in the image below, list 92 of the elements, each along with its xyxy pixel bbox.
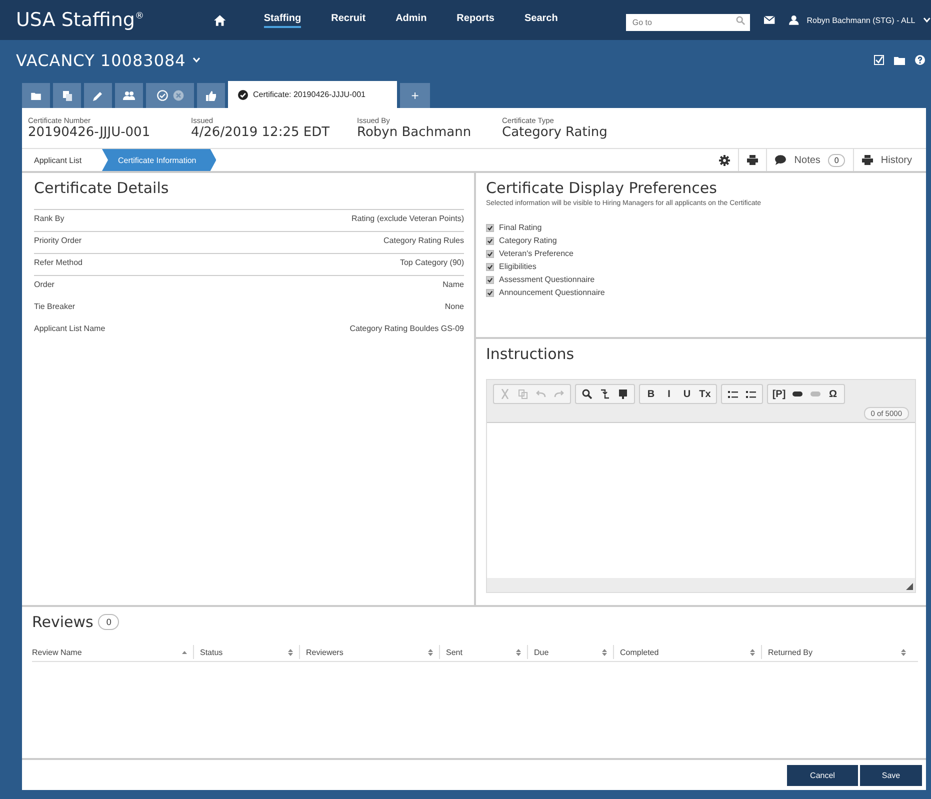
column-header[interactable]: Reviewers bbox=[306, 645, 440, 659]
print-icon[interactable] bbox=[747, 155, 758, 165]
breadcrumb-step[interactable]: Applicant List bbox=[22, 149, 102, 171]
format-button[interactable]: [P] bbox=[770, 386, 788, 402]
checkbox-icon[interactable] bbox=[874, 55, 884, 65]
detail-label: Refer Method bbox=[34, 258, 82, 269]
column-header[interactable]: Review Name bbox=[32, 645, 194, 659]
vacancy-title[interactable]: VACANCY 10083084 bbox=[16, 50, 186, 70]
checkbox-label: Eligibilities bbox=[499, 262, 536, 271]
nav-link[interactable]: Reports bbox=[456, 12, 494, 28]
print-icon bbox=[862, 155, 873, 165]
checkbox[interactable] bbox=[486, 236, 494, 244]
checkbox[interactable] bbox=[486, 224, 494, 232]
people-icon bbox=[123, 91, 135, 100]
tab[interactable] bbox=[22, 83, 50, 108]
user-icon bbox=[789, 15, 799, 25]
folder-icon bbox=[31, 92, 41, 100]
tab[interactable] bbox=[115, 83, 143, 108]
panel-title: Instructions bbox=[486, 345, 576, 363]
checkbox[interactable] bbox=[486, 262, 494, 270]
search-icon bbox=[736, 16, 746, 24]
reviews-count: 0 bbox=[98, 614, 120, 630]
format-button[interactable]: U bbox=[678, 386, 696, 402]
detail-value: Rating (exclude Veteran Points) bbox=[351, 214, 464, 225]
detail-label: Rank By bbox=[34, 214, 64, 225]
format-button[interactable]: I bbox=[660, 386, 678, 402]
breadcrumb-step[interactable]: Certificate Information bbox=[102, 149, 216, 171]
notes-link[interactable]: Notes bbox=[794, 154, 820, 166]
detail-value: Top Category (90) bbox=[400, 258, 464, 269]
column-header[interactable]: Due bbox=[534, 645, 614, 659]
field-value: 4/26/2019 12:25 EDT bbox=[191, 125, 331, 140]
format-button[interactable]: Ω bbox=[824, 386, 842, 402]
detail-value: Category Rating Rules bbox=[384, 236, 464, 247]
chevron-down-icon[interactable] bbox=[192, 57, 201, 63]
cancel-button[interactable]: Cancel bbox=[787, 764, 858, 786]
panel-title: Certificate Details bbox=[34, 179, 170, 197]
tab[interactable] bbox=[53, 83, 81, 108]
checkbox-label: Final Rating bbox=[499, 223, 542, 232]
panel-title: Reviews bbox=[32, 613, 94, 631]
nav-link[interactable]: Recruit bbox=[331, 12, 366, 28]
nav-link[interactable]: Staffing bbox=[264, 12, 302, 28]
panel-title: Certificate Display Preferences bbox=[486, 179, 718, 197]
column-header[interactable]: Returned By bbox=[768, 645, 912, 659]
format-button[interactable]: B bbox=[642, 386, 660, 402]
nav-link[interactable]: Search bbox=[524, 12, 558, 28]
detail-label: Applicant List Name bbox=[34, 324, 106, 335]
detail-value: Category Rating Bouldes GS-09 bbox=[350, 324, 464, 335]
field-value: Robyn Bachmann bbox=[357, 125, 472, 140]
comment-icon bbox=[775, 155, 786, 165]
save-button[interactable]: Save bbox=[860, 764, 922, 786]
detail-label: Priority Order bbox=[34, 236, 82, 247]
field-value: Category Rating bbox=[502, 125, 608, 140]
column-header[interactable]: Status bbox=[200, 645, 300, 659]
column-header[interactable]: Completed bbox=[620, 645, 762, 659]
history-link[interactable]: History bbox=[880, 154, 912, 166]
home-icon[interactable] bbox=[214, 14, 226, 26]
detail-label: Tie Breaker bbox=[34, 302, 76, 313]
checkbox-label: Category Rating bbox=[499, 236, 557, 245]
checkbox[interactable] bbox=[486, 276, 494, 284]
certificate-tab[interactable]: Certificate: 20190426-JJJU-001 bbox=[228, 81, 397, 108]
chevron-down-icon[interactable] bbox=[923, 17, 931, 23]
column-header[interactable]: Sent bbox=[446, 645, 528, 659]
format-button[interactable]: Tx bbox=[696, 386, 714, 402]
check-circle-icon bbox=[156, 90, 168, 101]
add-tab[interactable]: + bbox=[400, 83, 430, 108]
check-circle-icon bbox=[238, 90, 248, 100]
user-menu[interactable]: Robyn Bachmann (STG) - ALL bbox=[806, 16, 916, 24]
copy-icon bbox=[62, 90, 72, 100]
help-icon[interactable] bbox=[915, 55, 925, 65]
mail-icon[interactable] bbox=[764, 16, 776, 24]
folder-icon[interactable] bbox=[894, 56, 905, 64]
tab[interactable] bbox=[146, 83, 194, 108]
detail-value: None bbox=[444, 302, 464, 313]
pencil-icon bbox=[93, 90, 103, 100]
thumbs-up-icon bbox=[206, 90, 216, 100]
go-to-field[interactable]: Go to bbox=[626, 14, 750, 30]
tab[interactable] bbox=[197, 83, 225, 108]
settings-icon[interactable] bbox=[719, 154, 730, 166]
tab[interactable] bbox=[84, 83, 112, 108]
detail-label: Order bbox=[34, 280, 54, 291]
checkbox-label: Assessment Questionnaire bbox=[499, 275, 595, 284]
field-value: 20190426-JJJU-001 bbox=[28, 125, 152, 140]
resize-handle-icon[interactable] bbox=[906, 583, 913, 590]
detail-value: Name bbox=[442, 280, 464, 291]
checkbox[interactable] bbox=[486, 288, 494, 296]
nav-link[interactable]: Admin bbox=[396, 12, 427, 28]
x-circle-icon bbox=[172, 90, 184, 101]
checkbox-label: Announcement Questionnaire bbox=[499, 288, 605, 297]
checkbox[interactable] bbox=[486, 250, 494, 258]
checkbox-label: Veteran's Preference bbox=[499, 249, 574, 258]
notes-count: 0 bbox=[828, 154, 845, 166]
brand-logo[interactable]: USA Staffing$^{®}$ bbox=[16, 9, 176, 31]
